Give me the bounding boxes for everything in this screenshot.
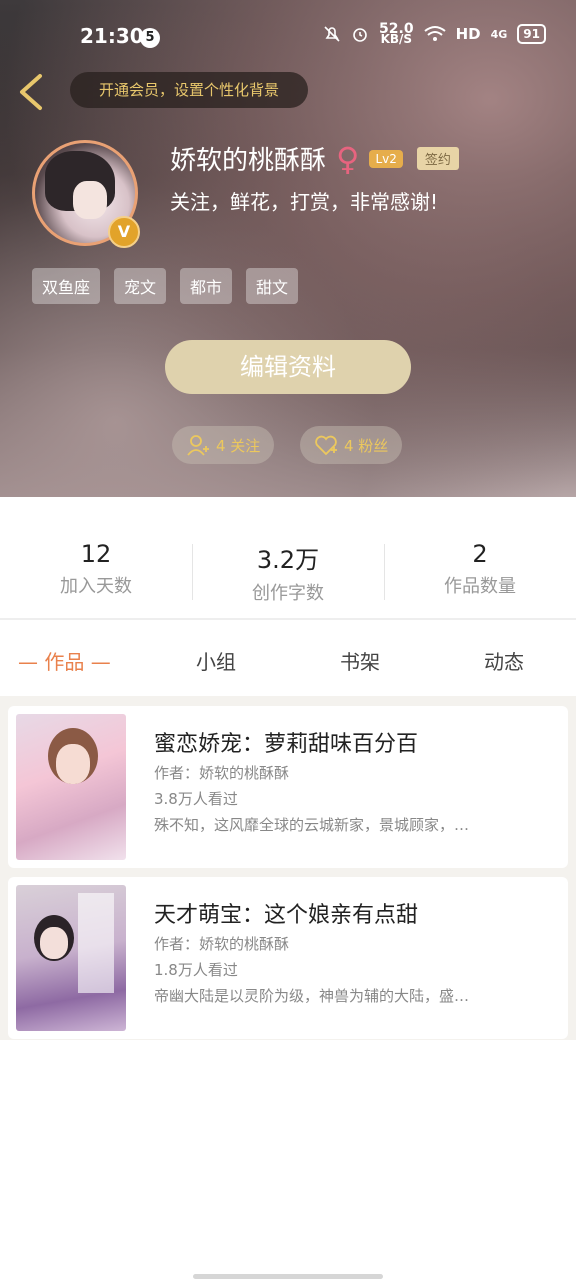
tab-works[interactable]: — 作品 — <box>18 646 111 675</box>
level-badge: Lv2 <box>369 149 403 168</box>
verified-badge: V <box>108 216 140 248</box>
signed-badge: 签约 <box>416 147 459 170</box>
home-indicator[interactable] <box>193 1274 383 1279</box>
stat-word-count: 3.2万 创作字数 <box>192 540 384 610</box>
book-card[interactable]: 蜜恋娇宠：萝莉甜味百分百 作者：娇软的桃酥酥 3.8万人看过 殊不知，这风靡全球… <box>8 706 568 868</box>
stat-works-count: 2 作品数量 <box>384 540 576 610</box>
tab-bar: — 作品 — 小组 书架 动态 <box>0 636 576 682</box>
book-card[interactable]: 天才萌宝：这个娘亲有点甜 作者：娇软的桃酥酥 1.8万人看过 帝幽大陆是以灵阶为… <box>8 877 568 1039</box>
tag: 双鱼座 <box>32 268 101 304</box>
wifi-icon <box>423 26 446 41</box>
username-row: 娇软的桃酥酥 ♀ Lv2 签约 <box>170 140 459 177</box>
stats-bar: 12 加入天数 3.2万 创作字数 2 作品数量 <box>0 540 576 610</box>
alarm-icon <box>353 28 367 42</box>
book-author: 作者：娇软的桃酥酥 <box>154 764 290 782</box>
signal-indicator: 4G <box>490 27 508 41</box>
battery-indicator: 91 <box>517 24 546 44</box>
bio: 关注，鲜花，打赏，非常感谢! <box>170 190 439 214</box>
book-reads: 1.8万人看过 <box>154 961 238 979</box>
tab-activity[interactable]: 动态 <box>484 646 524 675</box>
divider <box>0 618 576 620</box>
book-description: 帝幽大陆是以灵阶为级，神兽为辅的大陆，盛… <box>154 987 470 1005</box>
notification-count-badge: 5 <box>140 28 160 48</box>
heart-icon <box>315 435 337 456</box>
stat-label: 创作字数 <box>252 583 324 604</box>
stat-value: 3.2万 <box>256 546 320 574</box>
followers-count: 4 粉丝 <box>344 436 389 455</box>
mute-bell-icon <box>324 26 340 42</box>
tag: 都市 <box>180 268 233 304</box>
tab-groups[interactable]: 小组 <box>196 646 236 675</box>
book-reads: 3.8万人看过 <box>154 790 238 808</box>
status-icons: 52.0 KB/S HD 4G 91 <box>323 21 546 46</box>
add-user-icon <box>187 435 209 456</box>
edit-profile-button[interactable]: 编辑资料 <box>165 340 411 394</box>
book-description: 殊不知，这风靡全球的云城新家，景城顾家，… <box>154 816 470 834</box>
back-arrow-icon[interactable] <box>14 72 50 112</box>
vip-background-prompt[interactable]: 开通会员，设置个性化背景 <box>70 72 308 108</box>
stat-value: 2 <box>472 540 488 568</box>
book-cover <box>16 714 126 860</box>
book-title: 蜜恋娇宠：萝莉甜味百分百 <box>154 732 419 757</box>
stat-join-days: 12 加入天数 <box>0 540 192 610</box>
stat-label: 加入天数 <box>60 576 132 597</box>
following-button[interactable]: 4 关注 <box>172 426 275 464</box>
stat-label: 作品数量 <box>444 576 516 597</box>
female-icon: ♀ <box>336 139 360 178</box>
tag: 甜文 <box>246 268 299 304</box>
status-time: 21:30 <box>80 24 144 48</box>
hd-indicator: HD <box>455 25 481 43</box>
following-count: 4 关注 <box>216 436 261 455</box>
followers-button[interactable]: 4 粉丝 <box>300 426 403 464</box>
tag: 宠文 <box>114 268 167 304</box>
works-list: 蜜恋娇宠：萝莉甜味百分百 作者：娇软的桃酥酥 3.8万人看过 殊不知，这风靡全球… <box>0 696 576 1040</box>
tag-list: 双鱼座 宠文 都市 甜文 <box>32 268 299 304</box>
status-bar: 21:30 5 52.0 KB/S HD 4G 91 <box>0 0 576 60</box>
stat-value: 12 <box>80 540 112 568</box>
username: 娇软的桃酥酥 <box>170 146 327 176</box>
tab-bookshelf[interactable]: 书架 <box>340 646 380 675</box>
book-title: 天才萌宝：这个娘亲有点甜 <box>154 903 419 928</box>
book-author: 作者：娇软的桃酥酥 <box>154 935 290 953</box>
book-cover <box>16 885 126 1031</box>
network-speed: 52.0 KB/S <box>379 21 414 46</box>
